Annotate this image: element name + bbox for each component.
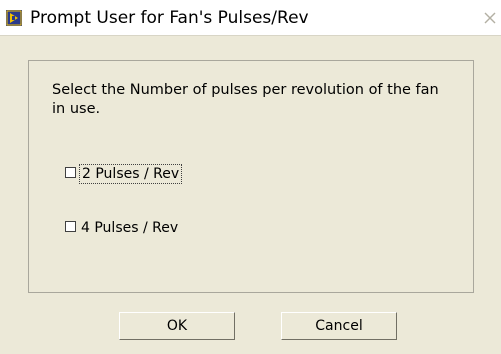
prompt-message: Select the Number of pulses per revoluti…: [52, 82, 439, 117]
close-icon[interactable]: [481, 9, 499, 27]
title-bar[interactable]: Prompt User for Fan's Pulses/Rev: [0, 0, 501, 36]
dialog-window: Prompt User for Fan's Pulses/Rev Select …: [0, 0, 501, 354]
labview-vi-icon: [6, 10, 22, 26]
cancel-button[interactable]: Cancel: [281, 312, 397, 340]
checkbox-4-pulses[interactable]: [65, 221, 76, 232]
checkbox-label-4-pulses: 4 Pulses / Rev: [81, 220, 179, 236]
checkbox-2-pulses[interactable]: [65, 167, 76, 178]
checkbox-label-2-pulses: 2 Pulses / Rev: [79, 164, 183, 184]
window-title: Prompt User for Fan's Pulses/Rev: [30, 8, 309, 28]
ok-button[interactable]: OK: [119, 312, 235, 340]
